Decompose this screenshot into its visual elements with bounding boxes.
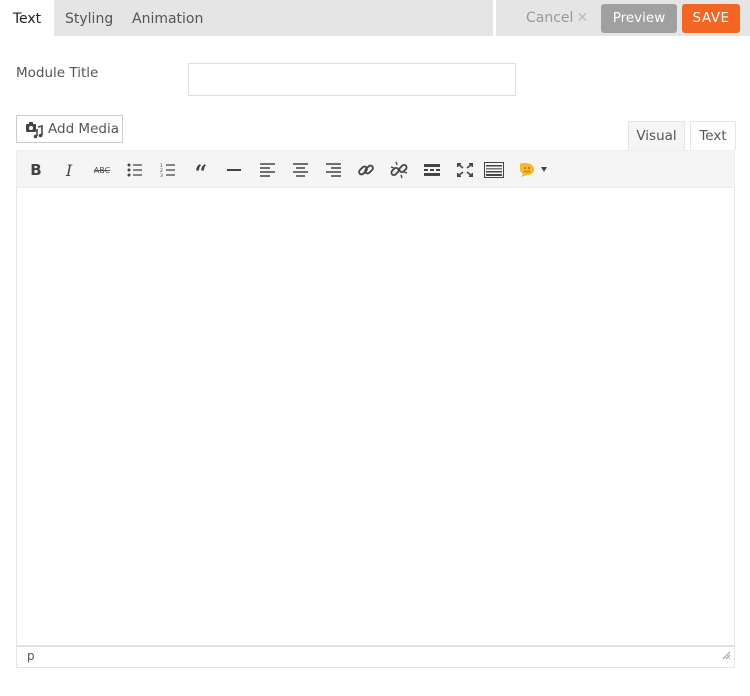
cancel-button[interactable]: Cancel ✕ xyxy=(526,10,588,26)
cancel-label: Cancel xyxy=(526,10,574,26)
remove-link-button[interactable] xyxy=(389,160,409,180)
preview-button[interactable]: Preview xyxy=(601,4,677,33)
align-left-icon xyxy=(259,163,275,177)
svg-text:3: 3 xyxy=(160,173,163,177)
bulleted-list-icon xyxy=(127,163,142,177)
tab-styling[interactable]: Styling xyxy=(65,0,113,36)
fullscreen-icon xyxy=(457,163,473,177)
italic-button[interactable]: I xyxy=(59,160,79,180)
read-more-icon xyxy=(424,164,440,176)
editor-content-area[interactable] xyxy=(16,187,735,646)
add-media-label: Add Media xyxy=(48,121,119,137)
media-icon xyxy=(25,121,43,143)
numbered-list-button[interactable]: 123 xyxy=(158,160,178,180)
bulleted-list-button[interactable] xyxy=(125,160,145,180)
align-left-button[interactable] xyxy=(257,160,277,180)
toolbar-toggle-button[interactable] xyxy=(484,160,504,180)
tab-text[interactable]: Text xyxy=(0,0,54,36)
resize-handle-icon[interactable] xyxy=(722,645,731,664)
editor-statusbar: p xyxy=(16,646,735,668)
module-title-input[interactable] xyxy=(188,63,516,96)
blockquote-icon: “ xyxy=(194,161,208,187)
blockquote-button[interactable]: “ xyxy=(191,160,211,185)
unlink-icon xyxy=(390,161,408,179)
tab-text-mode[interactable]: Text xyxy=(690,121,736,150)
emoticon-icon xyxy=(519,163,547,177)
strikethrough-button[interactable]: ABC xyxy=(92,160,112,180)
align-right-button[interactable] xyxy=(323,160,343,180)
module-title-label: Module Title xyxy=(16,65,99,81)
fullscreen-button[interactable] xyxy=(455,160,475,180)
horizontal-line-button[interactable] xyxy=(224,160,244,180)
element-path[interactable]: p xyxy=(27,649,35,663)
insert-link-button[interactable] xyxy=(356,160,376,180)
italic-icon: I xyxy=(65,160,73,180)
read-more-button[interactable] xyxy=(422,160,442,180)
close-icon: ✕ xyxy=(576,10,589,26)
keyboard-icon xyxy=(484,162,504,178)
numbered-list-icon: 123 xyxy=(160,163,175,177)
tab-visual[interactable]: Visual xyxy=(628,121,685,150)
top-bar: Text Styling Animation Cancel ✕ Preview S… xyxy=(0,0,750,36)
align-right-icon xyxy=(325,163,341,177)
tab-animation[interactable]: Animation xyxy=(132,0,203,36)
bold-button[interactable]: B xyxy=(26,160,46,180)
horizontal-line-icon xyxy=(227,169,241,171)
add-media-button[interactable]: Add Media xyxy=(16,115,123,143)
save-button[interactable]: SAVE xyxy=(682,4,740,33)
align-center-icon xyxy=(292,163,308,177)
editor-toolbar: B I ABC 123 “ xyxy=(16,150,735,187)
topbar-divider xyxy=(493,0,496,36)
link-icon xyxy=(358,164,374,176)
align-center-button[interactable] xyxy=(290,160,310,180)
strikethrough-icon: ABC xyxy=(93,165,111,175)
bold-icon: B xyxy=(30,161,42,179)
emoticons-button[interactable] xyxy=(517,160,553,180)
